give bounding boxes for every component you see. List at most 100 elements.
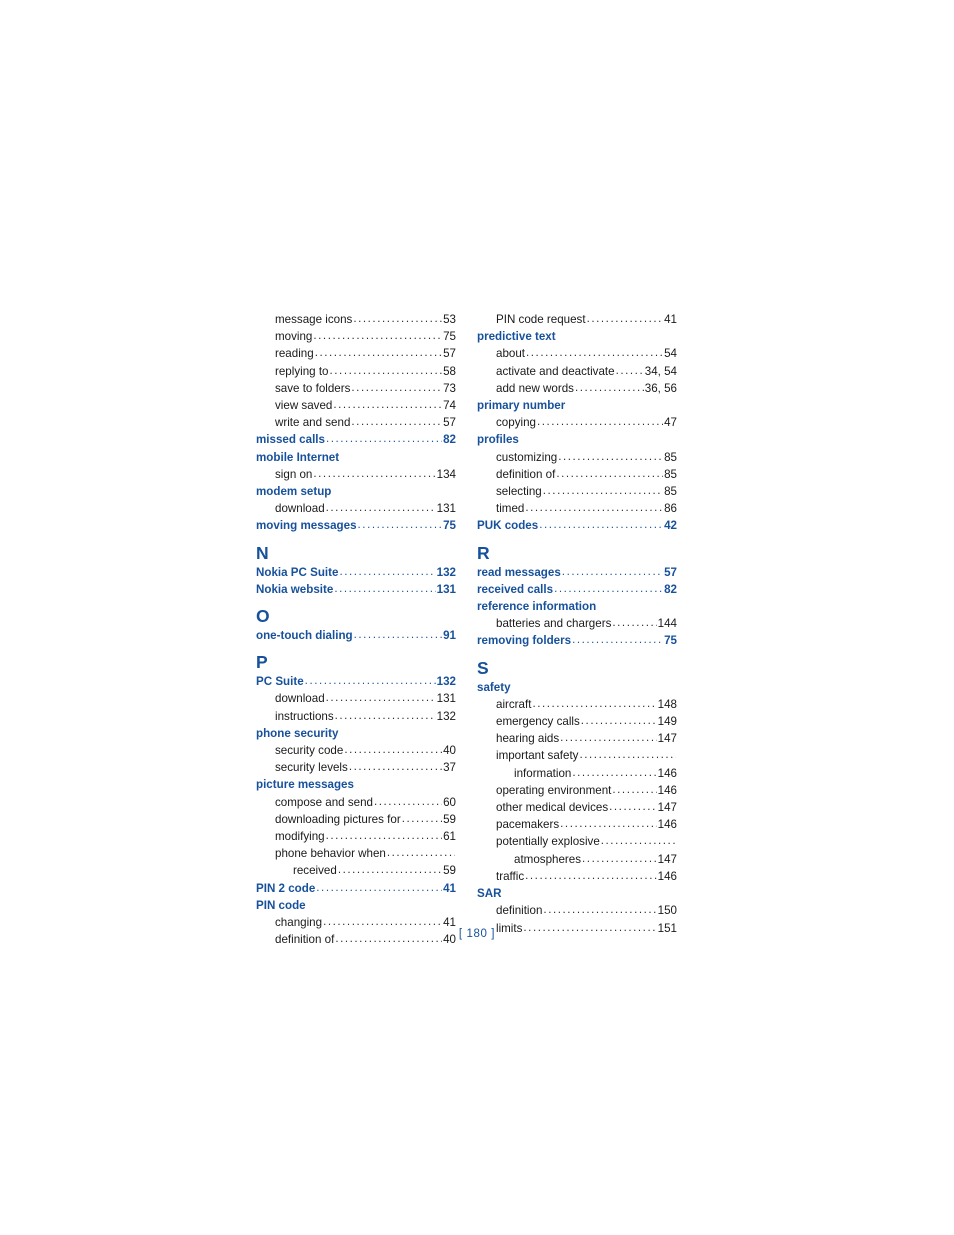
dot-leader: ........................................… — [351, 415, 443, 429]
index-entry-sub[interactable]: timed...................................… — [477, 500, 677, 517]
index-entry-label: write and send — [275, 416, 351, 430]
index-entry-label: phone security — [256, 726, 339, 740]
index-entry-sub[interactable]: activate and deactivate.................… — [477, 363, 677, 380]
index-entry-sub[interactable]: other medical devices...................… — [477, 799, 677, 816]
dot-leader: ........................................… — [325, 501, 436, 515]
dot-leader: ........................................… — [304, 674, 436, 688]
index-entry-sub[interactable]: reading.................................… — [256, 345, 456, 362]
index-entry-main[interactable]: picture messages........................… — [256, 776, 456, 793]
index-entry-sub[interactable]: potentially explosive...................… — [477, 833, 677, 850]
index-entry-sub[interactable]: hearing aids............................… — [477, 730, 677, 747]
index-entry-sub[interactable]: received................................… — [256, 862, 456, 879]
index-entry-label: pacemakers — [496, 818, 560, 832]
index-entry-main[interactable]: predictive text.........................… — [477, 328, 677, 345]
index-entry-sub[interactable]: add new words...........................… — [477, 380, 677, 397]
index-entry-main[interactable]: moving messages.........................… — [256, 517, 456, 534]
index-entry-main[interactable]: PIN 2 code..............................… — [256, 880, 456, 897]
index-entry-sub[interactable]: downloading pictures for................… — [256, 811, 456, 828]
dot-leader: ........................................… — [313, 329, 443, 343]
dot-leader: ........................................… — [339, 564, 435, 578]
index-entry-main[interactable]: phone security..........................… — [256, 725, 456, 742]
index-entry-label: PIN code request — [496, 313, 586, 326]
index-entry-sub[interactable]: atmospheres.............................… — [477, 851, 677, 868]
index-entry-sub[interactable]: customizing.............................… — [477, 449, 677, 466]
index-letter-heading: O — [256, 606, 270, 627]
index-entry-main[interactable]: Nokia website...........................… — [256, 581, 456, 598]
index-entry-sub[interactable]: operating environment...................… — [477, 782, 677, 799]
index-entry-sub[interactable]: aircraft................................… — [477, 696, 677, 713]
index-entry-main[interactable]: profiles................................… — [477, 431, 677, 448]
dot-leader: ........................................… — [560, 731, 656, 745]
index-entry-page-number: 144 — [657, 617, 677, 631]
index-entry-sub[interactable]: batteries and chargers..................… — [477, 615, 677, 632]
index-entry-main[interactable]: SAR.....................................… — [477, 885, 677, 902]
index-entry-label: safety — [477, 680, 511, 694]
index-entry-sub[interactable]: traffic.................................… — [477, 868, 677, 885]
index-entry-label: security code — [275, 744, 344, 758]
index-entry-sub[interactable]: copying.................................… — [477, 414, 677, 431]
index-entry-sub[interactable]: replying to.............................… — [256, 363, 456, 380]
index-entry-sub[interactable]: security levels.........................… — [256, 759, 456, 776]
index-entry-sub[interactable]: security code...........................… — [256, 742, 456, 759]
index-entry-sub[interactable]: definition of...........................… — [477, 466, 677, 483]
index-entry-sub[interactable]: view saved..............................… — [256, 397, 456, 414]
dot-leader: ........................................… — [357, 518, 443, 532]
index-entry-sub[interactable]: compose and send........................… — [256, 794, 456, 811]
dot-leader: ........................................… — [612, 782, 656, 796]
index-entry-sub[interactable]: download................................… — [256, 500, 456, 517]
index-entry-label: received calls — [477, 582, 554, 596]
index-entry-sub[interactable]: pacemakers..............................… — [477, 816, 677, 833]
index-entry-main[interactable]: read messages...........................… — [477, 564, 677, 581]
index-entry-label: add new words — [496, 381, 574, 395]
index-entry-label: save to folders — [275, 381, 351, 395]
index-entry-main[interactable]: reference information...................… — [477, 598, 677, 615]
dot-leader: ........................................… — [325, 829, 442, 843]
index-entry-label: SAR — [477, 887, 502, 901]
index-entry-sub[interactable]: PIN code request........................… — [477, 311, 677, 328]
index-entry-label: picture messages — [256, 778, 354, 792]
index-entry-main[interactable]: missed calls............................… — [256, 431, 456, 448]
index-entry-main[interactable]: Nokia PC Suite..........................… — [256, 564, 456, 581]
index-entry-main[interactable]: PIN code................................… — [256, 897, 456, 914]
index-entry-sub[interactable]: write and send..........................… — [256, 414, 456, 431]
index-entry-page-number: 150 — [657, 904, 677, 918]
index-entry-label: one-touch dialing — [256, 629, 353, 643]
index-entry-page-number: 85 — [664, 467, 677, 481]
index-entry-main[interactable]: primary number..........................… — [477, 397, 677, 414]
index-entry-label: operating environment — [496, 783, 612, 797]
index-entry-sub[interactable]: selecting...............................… — [477, 483, 677, 500]
index-entry-main[interactable]: one-touch dialing.......................… — [256, 627, 456, 644]
index-entry-sub[interactable]: message icons...........................… — [256, 311, 456, 328]
index-entry-sub[interactable]: download................................… — [256, 690, 456, 707]
index-entry-sub[interactable]: modifying...............................… — [256, 828, 456, 845]
index-entry-label: PIN code — [256, 898, 306, 912]
index-entry-sub[interactable]: definition..............................… — [477, 902, 677, 919]
index-entry-sub[interactable]: important safety........................… — [477, 747, 677, 764]
index-entry-sub[interactable]: moving..................................… — [256, 328, 456, 345]
index-entry-main[interactable]: safety..................................… — [477, 679, 677, 696]
index-entry-page-number: 134 — [436, 467, 456, 481]
index-entry-sub[interactable]: emergency calls.........................… — [477, 713, 677, 730]
index-letter-heading: S — [477, 657, 489, 678]
index-entry-main[interactable]: mobile Internet.........................… — [256, 449, 456, 466]
index-entry-main[interactable]: modem setup.............................… — [256, 483, 456, 500]
index-entry-sub[interactable]: sign on.................................… — [256, 466, 456, 483]
index-entry-sub[interactable]: phone behavior when.....................… — [256, 845, 456, 862]
index-entry-sub[interactable]: instructions............................… — [256, 708, 456, 725]
index-entry-main[interactable]: removing folders........................… — [477, 632, 677, 649]
index-entry-main[interactable]: PUK codes...............................… — [477, 517, 677, 534]
index-entry-page-number: 149 — [657, 715, 677, 729]
index-entry-sub[interactable]: save to folders.........................… — [256, 380, 456, 397]
index-entry-sub[interactable]: information.............................… — [477, 765, 677, 782]
index-entry-main[interactable]: received calls..........................… — [477, 581, 677, 598]
index-column-right: PIN code request........................… — [477, 311, 677, 949]
index-entry-label: reference information — [477, 600, 597, 614]
index-entry-page-number: 41 — [664, 313, 677, 326]
index-entry-main[interactable]: PC Suite................................… — [256, 673, 456, 690]
index-entry-page-number: 147 — [657, 801, 677, 815]
dot-leader: ........................................… — [572, 633, 663, 647]
index-entry-page-number: 53 — [443, 313, 456, 326]
index-entry-page-number: 59 — [443, 864, 456, 878]
dot-leader: ........................................… — [351, 380, 443, 394]
index-entry-sub[interactable]: about...................................… — [477, 345, 677, 362]
